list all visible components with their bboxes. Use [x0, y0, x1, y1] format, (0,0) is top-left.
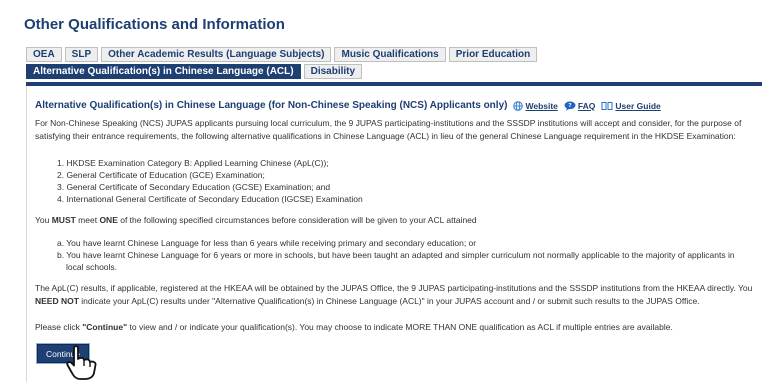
page-title: Other Qualifications and Information	[24, 16, 285, 33]
content-panel: Alternative Qualification(s) in Chinese …	[26, 86, 762, 382]
list-item: 2. General Certificate of Education (GCE…	[57, 170, 265, 180]
user-guide-link[interactable]: User Guide	[601, 100, 661, 111]
list-item: 1. HKDSE Examination Category B: Applied…	[57, 158, 329, 168]
circumstance-list: a. You have learnt Chinese Language for …	[57, 237, 735, 273]
tab-disability[interactable]: Disability	[303, 64, 363, 79]
list-item: 3. General Certificate of Secondary Educ…	[57, 182, 331, 192]
tab-slp[interactable]: SLP	[64, 47, 99, 62]
website-link-label: Website	[525, 100, 558, 111]
tab-bar: OEA SLP Other Academic Results (Language…	[26, 47, 762, 81]
must-meet-text: You MUST meet ONE of the following speci…	[35, 215, 477, 225]
section-heading: Alternative Qualification(s) in Chinese …	[35, 100, 508, 111]
aplc-text: The ApL(C) results, if applicable, regis…	[35, 283, 753, 306]
click-continue-text: Please click "Continue" to view and / or…	[35, 322, 673, 332]
speech-bubble-icon: ?	[564, 101, 576, 111]
tab-oea[interactable]: OEA	[26, 47, 62, 62]
list-item: a. You have learnt Chinese Language for …	[57, 238, 477, 248]
user-guide-link-label: User Guide	[615, 100, 661, 111]
tab-other-academic-results[interactable]: Other Academic Results (Language Subject…	[101, 47, 332, 62]
pointing-hand-icon	[66, 345, 97, 380]
website-link[interactable]: Website	[513, 100, 558, 111]
tab-prior-education[interactable]: Prior Education	[448, 47, 538, 62]
svg-text:?: ?	[568, 103, 571, 109]
section-heading-row: Alternative Qualification(s) in Chinese …	[35, 100, 762, 111]
tab-acl[interactable]: Alternative Qualification(s) in Chinese …	[26, 64, 301, 79]
list-item: 4. International General Certificate of …	[57, 194, 363, 204]
book-icon	[601, 101, 613, 110]
faq-link-label: FAQ	[577, 100, 596, 111]
intro-text: For Non-Chinese Speaking (NCS) JUPAS app…	[35, 118, 742, 141]
tab-music-qualifications[interactable]: Music Qualifications	[334, 47, 446, 62]
globe-icon	[513, 100, 524, 111]
list-item: local schools.	[66, 262, 118, 272]
qualification-list: 1. HKDSE Examination Category B: Applied…	[57, 157, 363, 205]
faq-link[interactable]: ? FAQ	[564, 101, 595, 111]
list-item: b. You have learnt Chinese Language for …	[57, 250, 735, 260]
